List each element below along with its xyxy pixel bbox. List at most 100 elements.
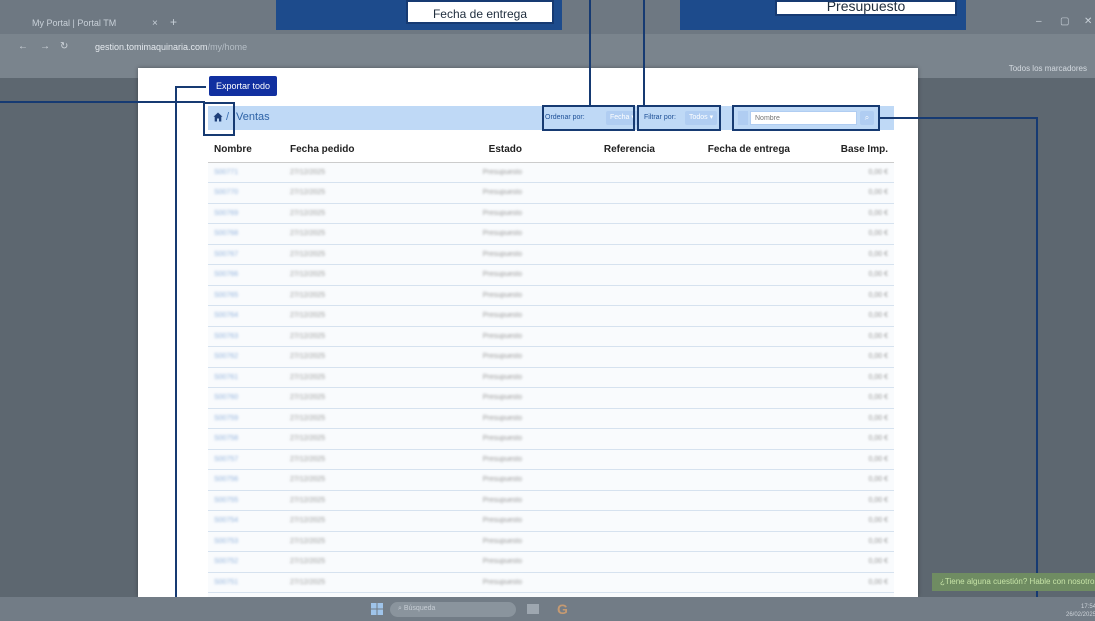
connector-line	[880, 117, 1038, 119]
cell-estado: Presupuesto	[404, 305, 528, 327]
cell-fecha-entrega	[661, 449, 796, 470]
connector-line	[1036, 117, 1038, 621]
cell-fecha-entrega	[661, 203, 796, 224]
table-row[interactable]: S00765 27/12/2025 Presupuesto 0,00 €	[208, 285, 894, 306]
chrome-icon[interactable]: G	[557, 601, 568, 617]
close-window-icon[interactable]: ✕	[1084, 16, 1092, 27]
chat-toast[interactable]: ¿Tiene alguna cuestión? Hable con nosotr…	[932, 573, 1095, 591]
table-header-row: Nombre Fecha pedido Estado Referencia Fe…	[208, 138, 894, 163]
cell-fecha-pedido: 27/12/2025	[284, 449, 404, 470]
cell-fecha-pedido: 27/12/2025	[284, 203, 404, 224]
table-row[interactable]: S00768 27/12/2025 Presupuesto 0,00 €	[208, 223, 894, 245]
table-row[interactable]: S00763 27/12/2025 Presupuesto 0,00 €	[208, 326, 894, 347]
table-row[interactable]: S00757 27/12/2025 Presupuesto 0,00 €	[208, 449, 894, 470]
table-row[interactable]: S00761 27/12/2025 Presupuesto 0,00 €	[208, 367, 894, 388]
table-row[interactable]: S00758 27/12/2025 Presupuesto 0,00 €	[208, 428, 894, 450]
cell-nombre[interactable]: S00766	[208, 264, 284, 286]
col-header-fecha-entrega[interactable]: Fecha de entrega	[661, 138, 796, 163]
cell-base-imp: 0,00 €	[796, 346, 894, 368]
taskbar-clock: 17:54 26/02/2025	[1066, 603, 1095, 619]
cell-fecha-entrega	[661, 223, 796, 245]
cell-nombre[interactable]: S00758	[208, 428, 284, 450]
maximize-icon[interactable]: ▢	[1060, 16, 1069, 27]
cell-nombre[interactable]: S00752	[208, 551, 284, 573]
table-row[interactable]: S00752 27/12/2025 Presupuesto 0,00 €	[208, 551, 894, 573]
back-icon[interactable]: ←	[18, 41, 28, 52]
table-row[interactable]: S00751 27/12/2025 Presupuesto 0,00 €	[208, 572, 894, 593]
col-header-nombre[interactable]: Nombre	[208, 138, 284, 163]
cell-fecha-pedido: 27/12/2025	[284, 469, 404, 491]
cell-nombre[interactable]: S00751	[208, 572, 284, 593]
cell-nombre[interactable]: S00765	[208, 285, 284, 306]
browser-tab[interactable]: My Portal | Portal TM	[24, 14, 184, 34]
table-row[interactable]: S00759 27/12/2025 Presupuesto 0,00 €	[208, 408, 894, 429]
table-row[interactable]: S00762 27/12/2025 Presupuesto 0,00 €	[208, 346, 894, 368]
table-row[interactable]: S00754 27/12/2025 Presupuesto 0,00 €	[208, 510, 894, 532]
callout-fecha-entrega: Fecha de entrega	[276, 0, 562, 30]
cell-nombre[interactable]: S00763	[208, 326, 284, 347]
table-row[interactable]: S00764 27/12/2025 Presupuesto 0,00 €	[208, 305, 894, 327]
cell-nombre[interactable]: S00756	[208, 469, 284, 491]
url-field[interactable]: gestion.tomimaquinaria.com/my/home	[95, 42, 247, 52]
cell-fecha-entrega	[661, 182, 796, 204]
tab-close-icon[interactable]: ×	[152, 18, 158, 29]
cell-nombre[interactable]: S00767	[208, 244, 284, 265]
url-host: gestion.tomimaquinaria.com	[95, 42, 208, 52]
table-row[interactable]: S00770 27/12/2025 Presupuesto 0,00 €	[208, 182, 894, 204]
cell-fecha-entrega	[661, 367, 796, 388]
cell-base-imp: 0,00 €	[796, 223, 894, 245]
cell-base-imp: 0,00 €	[796, 572, 894, 593]
table-row[interactable]: S00771 27/12/2025 Presupuesto 0,00 €	[208, 162, 894, 183]
cell-nombre[interactable]: S00753	[208, 531, 284, 552]
taskbar-search[interactable]: ⌕ Búsqueda	[390, 602, 516, 617]
cell-nombre[interactable]: S00764	[208, 305, 284, 327]
cell-fecha-entrega	[661, 551, 796, 573]
cell-nombre[interactable]: S00769	[208, 203, 284, 224]
cell-base-imp: 0,00 €	[796, 367, 894, 388]
cell-estado: Presupuesto	[404, 428, 528, 450]
cell-fecha-pedido: 27/12/2025	[284, 223, 404, 245]
windows-start-icon[interactable]	[371, 603, 383, 615]
minimize-icon[interactable]: –	[1036, 16, 1042, 27]
cell-nombre[interactable]: S00768	[208, 223, 284, 245]
table-row[interactable]: S00769 27/12/2025 Presupuesto 0,00 €	[208, 203, 894, 224]
col-header-estado[interactable]: Estado	[404, 138, 528, 163]
cell-nombre[interactable]: S00761	[208, 367, 284, 388]
all-bookmarks-link[interactable]: Todos los marcadores	[1009, 64, 1087, 73]
new-tab-icon[interactable]: +	[170, 15, 177, 29]
cell-nombre[interactable]: S00771	[208, 162, 284, 183]
cell-nombre[interactable]: S00754	[208, 510, 284, 532]
clock-date: 26/02/2025	[1066, 612, 1095, 618]
connector-line	[643, 0, 645, 106]
file-explorer-icon[interactable]	[527, 604, 539, 614]
cell-nombre[interactable]: S00762	[208, 346, 284, 368]
connector-line	[176, 86, 206, 88]
reload-icon[interactable]: ↻	[60, 41, 68, 52]
table-row[interactable]: S00760 27/12/2025 Presupuesto 0,00 €	[208, 387, 894, 409]
cell-nombre[interactable]: S00760	[208, 387, 284, 409]
cell-estado: Presupuesto	[404, 182, 528, 204]
cell-base-imp: 0,00 €	[796, 531, 894, 552]
table-row[interactable]: S00755 27/12/2025 Presupuesto 0,00 €	[208, 490, 894, 511]
table-row[interactable]: S00753 27/12/2025 Presupuesto 0,00 €	[208, 531, 894, 552]
cell-nombre[interactable]: S00759	[208, 408, 284, 429]
export-all-button[interactable]: Exportar todo	[209, 76, 278, 96]
cell-base-imp: 0,00 €	[796, 203, 894, 224]
cell-fecha-pedido: 27/12/2025	[284, 305, 404, 327]
cell-estado: Presupuesto	[404, 285, 528, 306]
col-header-referencia[interactable]: Referencia	[528, 138, 661, 163]
col-header-base-imp[interactable]: Base Imp.	[796, 138, 894, 163]
cell-nombre[interactable]: S00770	[208, 182, 284, 204]
cell-fecha-entrega	[661, 244, 796, 265]
table-row[interactable]: S00756 27/12/2025 Presupuesto 0,00 €	[208, 469, 894, 491]
forward-icon[interactable]: →	[40, 41, 50, 52]
cell-referencia	[528, 223, 661, 245]
clock-time: 17:54	[1081, 604, 1095, 610]
table-row[interactable]: S00767 27/12/2025 Presupuesto 0,00 €	[208, 244, 894, 265]
cell-nombre[interactable]: S00755	[208, 490, 284, 511]
cell-estado: Presupuesto	[404, 387, 528, 409]
cell-estado: Presupuesto	[404, 531, 528, 552]
table-row[interactable]: S00766 27/12/2025 Presupuesto 0,00 €	[208, 264, 894, 286]
col-header-fecha-pedido[interactable]: Fecha pedido	[284, 138, 404, 163]
cell-nombre[interactable]: S00757	[208, 449, 284, 470]
